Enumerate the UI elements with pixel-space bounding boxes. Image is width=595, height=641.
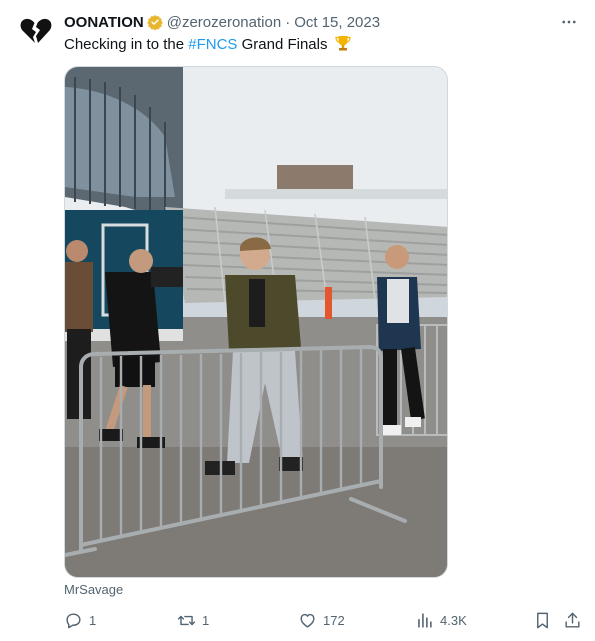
- tweet-actions: 1 1 172 4.3K: [64, 608, 584, 632]
- avatar[interactable]: [18, 14, 54, 50]
- retweet-count: 1: [202, 612, 210, 628]
- retweet-icon: [177, 615, 196, 625]
- tweet-text-end: Grand Finals: [237, 36, 328, 53]
- like-count: 172: [323, 612, 345, 628]
- view-count: 4.3K: [440, 612, 467, 628]
- views-icon: [418, 612, 432, 628]
- share-icon: [565, 612, 580, 628]
- tweet-header: OONATION @zerozeronation · Oct 15, 2023: [64, 12, 579, 32]
- more-options-button[interactable]: [557, 10, 581, 34]
- like-button[interactable]: 172: [298, 608, 345, 632]
- verified-badge-icon: [146, 14, 163, 31]
- photo-scene: [65, 67, 447, 577]
- tweet-date[interactable]: Oct 15, 2023: [294, 14, 380, 31]
- bookmark-button[interactable]: [533, 608, 552, 632]
- tweet-photo[interactable]: [64, 66, 448, 578]
- trophy-icon: [334, 34, 352, 52]
- views-button[interactable]: 4.3K: [415, 608, 467, 632]
- broken-heart-logo-icon: [20, 18, 52, 43]
- tweet-text: Checking in to the #FNCS Grand Finals: [64, 34, 352, 55]
- separator-dot: ·: [285, 13, 291, 31]
- bookmark-icon: [537, 612, 548, 628]
- reply-icon: [66, 612, 81, 628]
- media-credit[interactable]: MrSavage: [64, 582, 123, 597]
- author-handle[interactable]: @zerozeronation: [167, 14, 281, 31]
- author-name[interactable]: OONATION: [64, 14, 144, 31]
- share-button[interactable]: [563, 608, 582, 632]
- more-dots-icon: [562, 20, 576, 24]
- retweet-button[interactable]: 1: [177, 608, 209, 632]
- heart-icon: [300, 613, 315, 628]
- reply-button[interactable]: 1: [64, 608, 96, 632]
- hashtag-link[interactable]: #FNCS: [188, 36, 237, 53]
- reply-count: 1: [89, 612, 97, 628]
- tweet-text-start: Checking in to the: [64, 36, 189, 53]
